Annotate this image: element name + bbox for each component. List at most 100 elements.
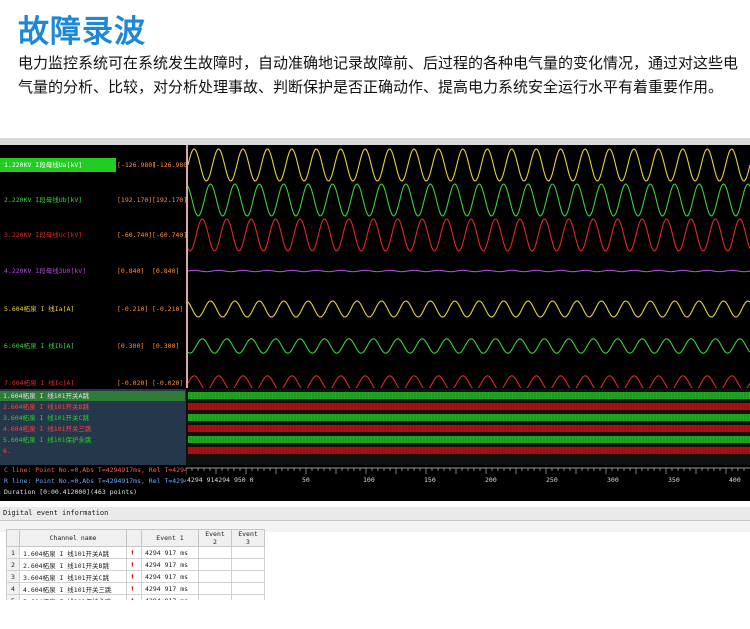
rising-edge-icon: ⬆: [130, 572, 135, 581]
cursor-c-line: C line: Point No.=0,Abs T=4294917ms, Rel…: [4, 466, 200, 474]
analog-channel-6[interactable]: 6.604柘泉 I 线Ib[A] [0.300] [0.300]: [0, 339, 186, 353]
rising-edge-icon: ⬆: [130, 584, 135, 593]
analog-channel-name: 4.220KV I段母线3U0[kV]: [4, 267, 87, 275]
channel-name-cell: 4.604柘泉 I 线101开关三跳: [19, 582, 127, 595]
analog-waveform-area[interactable]: [186, 145, 750, 388]
channel-name-cell: 5.604柘泉 I 线101保护永跳: [19, 594, 127, 600]
analog-channel-7[interactable]: 7.604柘泉 I 线Ic[A] [-0.020] [-0.020]: [0, 376, 186, 390]
table-row[interactable]: 55.604柘泉 I 线101保护永跳⬆ 4294 917 ms: [6, 594, 265, 600]
axis-tick-label: 100: [363, 476, 375, 484]
axis-tick-label: 50: [302, 476, 310, 484]
analog-channel-1[interactable]: 1.220KV I段母线Ua[kV] [-126.980] [-126.980]: [0, 158, 191, 172]
row-index: 1: [6, 546, 20, 559]
analog-trace-4: [188, 269, 750, 273]
channel-name-cell: 3.604柘泉 I 线101开关C跳: [19, 570, 127, 583]
analog-trace-3: [188, 218, 750, 252]
table-row[interactable]: 3 3.604柘泉 I 线101开关C跳 ⬆ 4294 917 ms: [6, 570, 265, 583]
axis-tick-label: 200: [485, 476, 497, 484]
column-event-2[interactable]: Event 2: [198, 529, 232, 547]
event-1-cell: 4294 917 ms: [141, 582, 199, 595]
event-1-cell: 4294 917 ms: [141, 594, 199, 600]
channel-name-cell: 2.604柘泉 I 线101开关B跳: [19, 558, 127, 571]
analog-channel-list: 1.220KV I段母线Ua[kV] [-126.980] [-126.980] 2.…: [0, 145, 191, 390]
analog-channel-value-r: [0.840]: [152, 267, 180, 275]
row-index: 2: [6, 558, 20, 571]
event-1-cell: 4294 917 ms: [141, 546, 199, 559]
analog-channel-4[interactable]: 4.220KV I段母线3U0[kV] [0.840] [0.840]: [0, 264, 186, 278]
event-3-cell: [231, 546, 265, 559]
rising-edge-icon: ⬆: [130, 560, 135, 569]
table-row[interactable]: 1 1.604柘泉 I 线101开关A跳 ⬆ 4294 917 ms: [6, 546, 265, 559]
analog-channel-name: 7.604柘泉 I 线Ic[A]: [4, 379, 75, 387]
axis-tick-label: 300: [607, 476, 619, 484]
analog-trace-5: [188, 300, 750, 318]
table-row[interactable]: 4 4.604柘泉 I 线101开关三跳 ⬆ 4294 917 ms: [6, 582, 265, 595]
analog-trace-2: [188, 183, 750, 217]
analog-channel-name: 5.604柘泉 I 线Ia[A]: [4, 305, 75, 313]
analog-channel-value-c: [-60.740]: [117, 231, 153, 239]
analog-channel-value-c: [-126.980]: [117, 161, 157, 169]
page-title: 故障录波: [18, 14, 146, 50]
channel-name-cell: 1.604柘泉 I 线101开关A跳: [19, 546, 127, 559]
analog-channel-5[interactable]: 5.604柘泉 I 线Ia[A] [-0.210] [-0.210]: [0, 302, 186, 316]
column-channel-name[interactable]: Channel name: [19, 529, 127, 547]
event-1-cell: 4294 917 ms: [141, 570, 199, 583]
digital-event-window: Digital event information Channel name E…: [0, 501, 750, 600]
event-3-cell: [231, 558, 265, 571]
analog-channel-value-r: [-60.740]: [152, 231, 188, 239]
analog-trace-7: [188, 375, 750, 388]
event-table: Channel name Event 1 Event 2 Event 3 1 1.…: [6, 529, 265, 600]
event-2-cell: [198, 582, 232, 595]
analog-channel-value-c: [0.840]: [117, 267, 145, 275]
waveform-screenshot: 1.220KV I段母线Ua[kV] [-126.980] [-126.980] 2.…: [0, 138, 750, 600]
column-event-3[interactable]: Event 3: [231, 529, 265, 547]
axis-tick-label: 350: [668, 476, 680, 484]
cursor-info-panel: C line: Point No.=0,Abs T=4294917ms, Rel…: [0, 465, 200, 501]
axis-tick-label: 400: [729, 476, 741, 484]
event-2-cell: [198, 546, 232, 559]
digital-waveform-area[interactable]: [186, 389, 750, 465]
event-3-cell: [231, 594, 265, 600]
analog-channel-value-r: [192.170]: [152, 196, 188, 204]
event-2-cell: [198, 570, 232, 583]
digital-channel-2[interactable]: 2.604柘泉 I 线101开关B跳: [3, 402, 89, 412]
duration-text: Duration [0:00.412000](463 points): [4, 488, 138, 496]
analog-channel-name: 1.220KV I段母线Ua[kV]: [4, 161, 83, 169]
page-description: 电力监控系统可在系统发生故障时，自动准确地记录故障前、后过程的各种电气量的变化情…: [18, 54, 739, 96]
analog-trace-1: [188, 148, 750, 182]
axis-tick-label: 250: [546, 476, 558, 484]
analog-channel-name: 2.220KV I段母线Ub[kV]: [4, 196, 83, 204]
digital-channel-4[interactable]: 4.604柘泉 I 线101开关三跳: [3, 424, 92, 434]
cursor-r-line: R line: Point No.=0,Abs T=4294917ms, Rel…: [4, 477, 200, 485]
digital-channel-list: 1.604柘泉 I 线101开关A跳 2.604柘泉 I 线101开关B跳 3.60…: [0, 389, 186, 465]
column-event-1[interactable]: Event 1: [141, 529, 199, 547]
row-index: 3: [6, 570, 20, 583]
digital-channel-5[interactable]: 5.604柘泉 I 线101保护永跳: [3, 435, 92, 445]
rising-edge-icon: ⬆: [130, 596, 135, 600]
analog-channel-3[interactable]: 3.220KV I段母线Uc[kV] [-60.740] [-60.740]: [0, 228, 188, 242]
analog-channel-value-c: [192.170]: [117, 196, 153, 204]
axis-tick-label: 150: [424, 476, 436, 484]
event-1-cell: 4294 917 ms: [141, 558, 199, 571]
time-axis: 4294 914294 950 0 50 100 150 200 250 300 350 400: [185, 465, 750, 501]
event-2-cell: [198, 558, 232, 571]
analog-channel-value-r: [-0.210]: [152, 305, 184, 313]
analog-channel-value-c: [-0.210]: [117, 305, 149, 313]
analog-channel-name: 3.220KV I段母线Uc[kV]: [4, 231, 83, 239]
analog-channel-value-c: [-0.020]: [117, 379, 149, 387]
event-3-cell: [231, 570, 265, 583]
analog-channel-value-r: [0.300]: [152, 342, 180, 350]
analog-trace-6: [188, 338, 750, 354]
analog-channel-name: 6.604柘泉 I 线Ib[A]: [4, 342, 75, 350]
analog-channel-2[interactable]: 2.220KV I段母线Ub[kV] [192.170] [192.170]: [0, 193, 188, 207]
event-3-cell: [231, 582, 265, 595]
rising-edge-icon: ⬆: [130, 548, 135, 557]
window-top-strip: [0, 138, 750, 145]
digital-channel-3[interactable]: 3.604柘泉 I 线101开关C跳: [3, 413, 89, 423]
digital-channel-1[interactable]: 1.604柘泉 I 线101开关A跳: [0, 391, 185, 401]
axis-start-label: 4294 914294 950 0: [187, 476, 254, 484]
row-index: 5: [6, 594, 20, 600]
table-row[interactable]: 2 2.604柘泉 I 线101开关B跳 ⬆ 4294 917 ms: [6, 558, 265, 571]
digital-channel-6[interactable]: 6.: [3, 446, 11, 456]
analog-channel-value-c: [0.300]: [117, 342, 145, 350]
